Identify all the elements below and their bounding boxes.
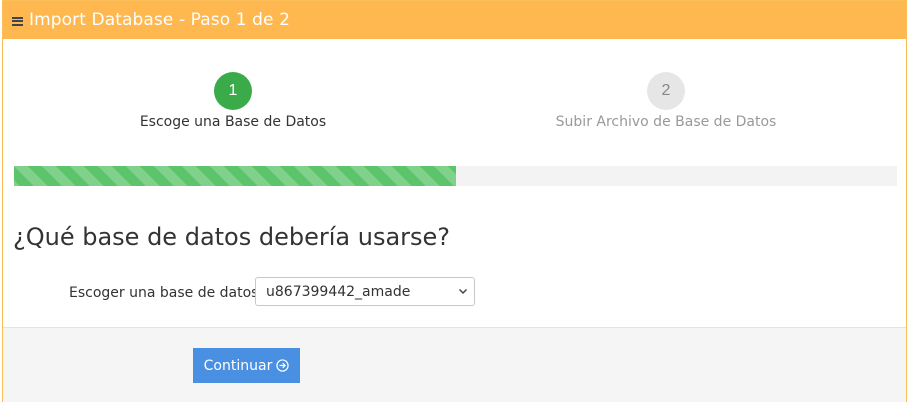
step-2-number: 2 [647,72,685,110]
panel-title: Import Database - Paso 1 de 2 [29,10,291,30]
panel-footer: Continuar [3,327,906,402]
step-2-label: Subir Archivo de Base de Datos [555,114,777,130]
hamburger-icon[interactable] [12,16,23,26]
progress-bar-fill [14,166,456,186]
progress-bar [14,166,897,186]
database-select[interactable]: u867399442_amade [255,277,475,306]
chevron-down-icon [458,288,468,295]
import-database-panel: Import Database - Paso 1 de 2 1 Escoge u… [2,0,907,402]
arrow-right-circle-icon [276,359,290,372]
database-select-value: u867399442_amade [266,283,411,300]
step-2: 2 Subir Archivo de Base de Datos [551,72,781,130]
continue-button-label: Continuar [203,357,273,374]
step-1-number: 1 [214,72,252,110]
panel-header: Import Database - Paso 1 de 2 [3,1,906,39]
database-select-label: Escoger una base de datos [69,285,259,301]
step-1: 1 Escoge una Base de Datos [123,72,343,130]
step-1-label: Escoge una Base de Datos [139,114,327,130]
page-question: ¿Qué base de datos debería usarse? [13,223,451,251]
continue-button[interactable]: Continuar [193,348,300,383]
